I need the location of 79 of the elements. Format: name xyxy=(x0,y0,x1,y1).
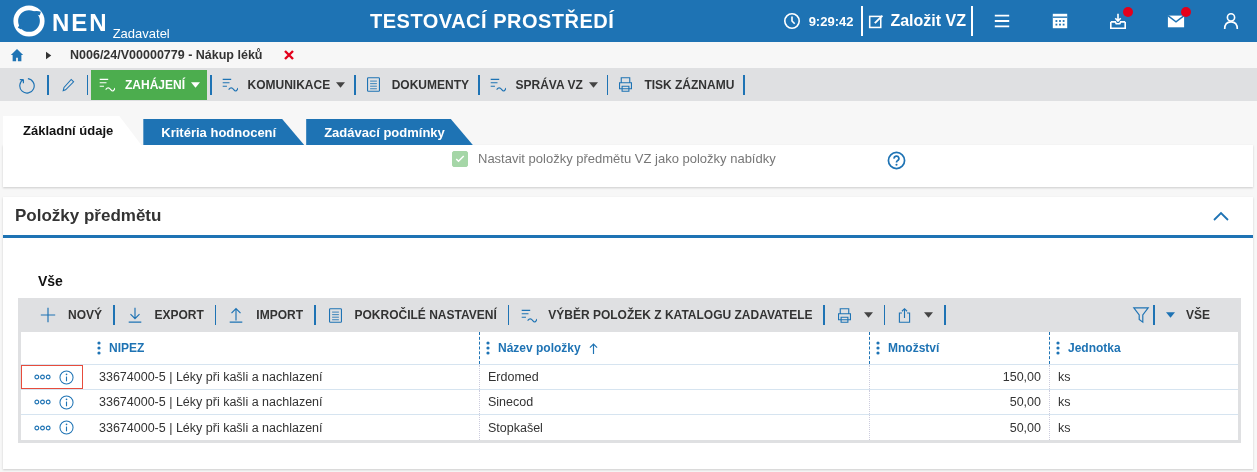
toolbar-button[interactable]: VÝBĚR POLOŽEK Z KATALOGU ZADAVATELE xyxy=(512,301,821,329)
caret-icon xyxy=(1166,312,1175,318)
environment-title: TESTOVACÍ PROSTŘEDÍ xyxy=(370,9,615,33)
table-cell: ks xyxy=(1049,415,1229,440)
calendar-icon[interactable] xyxy=(1051,12,1069,30)
close-icon[interactable] xyxy=(284,50,295,60)
logo-icon xyxy=(12,4,46,38)
printer-icon xyxy=(617,76,635,93)
toolbar-button[interactable]: EXPORT xyxy=(117,301,212,329)
lines-icon xyxy=(98,76,115,93)
more-icon[interactable] xyxy=(34,374,51,380)
user-icon[interactable] xyxy=(1222,12,1240,30)
document-icon xyxy=(364,76,382,93)
edit-icon xyxy=(868,12,886,30)
caret-icon xyxy=(864,312,873,318)
caret-icon xyxy=(588,81,598,88)
toolbar-button[interactable]: NOVÝ xyxy=(31,301,110,329)
info-icon[interactable] xyxy=(59,420,74,435)
table-cell-text: 33674000-5 | Léky při kašli a nachlazení xyxy=(98,419,324,437)
table-cell: Sinecod xyxy=(479,390,869,414)
breadcrumb-item[interactable]: N006/24/V00000779 - Nákup léků xyxy=(70,48,263,62)
help-icon[interactable] xyxy=(886,151,906,170)
mail-icon[interactable] xyxy=(1167,12,1185,30)
column-menu-icon[interactable] xyxy=(97,341,101,355)
logo-text: NEN xyxy=(52,8,109,38)
more-icon[interactable] xyxy=(34,424,51,431)
tab[interactable]: Základní údaje xyxy=(3,116,142,145)
caret-icon xyxy=(924,312,934,318)
toolbar-button[interactable]: IMPORT xyxy=(219,301,312,329)
lines-icon xyxy=(220,76,238,93)
pencil-icon[interactable] xyxy=(59,76,76,93)
column-header[interactable]: Název položky xyxy=(498,341,581,355)
lines-icon xyxy=(488,76,506,93)
collapse-icon[interactable] xyxy=(1213,211,1229,221)
caret-icon xyxy=(336,81,346,88)
table-cell: Stopkašel xyxy=(479,415,869,440)
column-header[interactable]: Množství xyxy=(888,341,940,355)
printer-icon xyxy=(836,306,853,324)
clock-icon xyxy=(782,12,801,30)
toolbar-button[interactable]: DOKUMENTY xyxy=(358,70,476,99)
checkbox-label: Nastavit položky předmětu VZ jako položky nabídky xyxy=(478,151,776,166)
table-cell: ks xyxy=(1049,390,1229,414)
table-cell: Erdomed xyxy=(479,365,869,389)
table-cell: 50,00 xyxy=(869,390,1049,414)
table-cell-text: 33674000-5 | Léky při kašli a nachlazení xyxy=(98,369,324,386)
column-header[interactable]: Jednotka xyxy=(1068,341,1121,355)
filter-icon[interactable] xyxy=(1132,306,1151,324)
session-time: 9:29:42 xyxy=(808,13,854,29)
toolbar-button[interactable]: TISK ZÁZNAMU xyxy=(611,70,741,99)
table-cell: 50,00 xyxy=(869,415,1049,440)
table-cell: 150,00 xyxy=(869,365,1049,389)
menu-icon[interactable] xyxy=(993,12,1011,30)
tab[interactable]: Zadávací podmínky xyxy=(306,119,473,145)
create-button[interactable]: Založit VZ xyxy=(863,8,971,34)
inbox-icon[interactable] xyxy=(1109,12,1127,30)
home-icon[interactable] xyxy=(10,48,24,62)
column-menu-icon[interactable] xyxy=(876,341,880,355)
caret-icon xyxy=(191,81,200,88)
table-cell-text: 33674000-5 | Léky při kašli a nachlazení xyxy=(98,394,324,411)
more-icon[interactable] xyxy=(34,399,51,405)
column-menu-icon[interactable] xyxy=(486,341,490,355)
column-menu-icon[interactable] xyxy=(1056,341,1060,355)
sort-icon[interactable] xyxy=(588,342,598,354)
checkmark-icon xyxy=(454,153,466,165)
column-header[interactable]: NIPEZ xyxy=(109,341,145,355)
toolbar-button[interactable]: POKROČILÉ NASTAVENÍ xyxy=(318,301,505,329)
view-filter-button[interactable]: VŠE xyxy=(1158,301,1218,329)
refresh-icon[interactable] xyxy=(18,75,36,94)
plus-icon xyxy=(39,306,57,324)
info-icon[interactable] xyxy=(59,394,74,410)
tab[interactable]: Kritéria hodnocení xyxy=(143,119,305,145)
table-cell: ks xyxy=(1049,365,1229,389)
toolbar-button[interactable]: KOMUNIKACE xyxy=(214,70,352,99)
logo-subtitle: Zadavatel xyxy=(112,26,170,42)
caret-icon xyxy=(46,50,52,60)
section-title: Položky předmětu xyxy=(15,206,162,226)
document-icon xyxy=(326,306,344,324)
toolbar-button[interactable]: SPRÁVA VZ xyxy=(482,70,604,99)
info-icon[interactable] xyxy=(59,369,74,385)
